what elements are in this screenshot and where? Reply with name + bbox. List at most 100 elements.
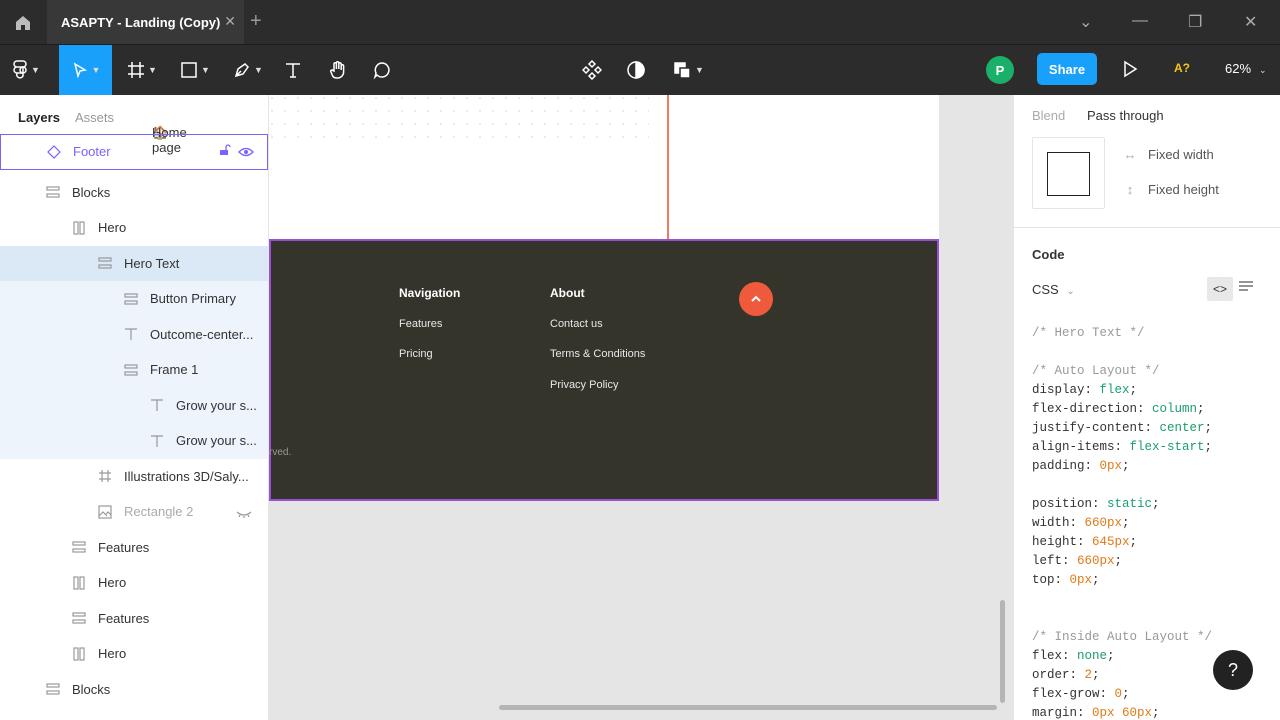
layer-row[interactable]: Outcome-center...	[0, 316, 268, 352]
layer-row[interactable]: Button Primary	[0, 281, 268, 317]
lock-icon[interactable]	[219, 144, 231, 159]
code-line: display: flex;	[1032, 381, 1212, 400]
zoom-value: 62%	[1225, 61, 1252, 76]
accessibility-button[interactable]: A?	[1174, 61, 1190, 75]
code-language-select[interactable]: CSS ⌄	[1032, 282, 1075, 297]
footer-link-features[interactable]: Features	[399, 318, 442, 330]
horizontal-resize-icon: ↔	[1123, 147, 1137, 162]
fixed-height-option[interactable]: ↕ Fixed height	[1122, 182, 1219, 197]
footer-frame[interactable]: Navigation Features Pricing About Contac…	[269, 239, 939, 501]
vertical-scrollbar[interactable]	[1000, 600, 1005, 703]
new-tab-icon[interactable]: +	[250, 10, 262, 33]
home-icon[interactable]	[12, 12, 34, 34]
frame-tool[interactable]: ▼	[122, 45, 162, 95]
layers-panel: Layers Assets 🏠 Home page ⌄ Footer Blocks…	[0, 95, 269, 720]
minimize-icon[interactable]: —	[1132, 12, 1148, 30]
layer-row[interactable]: Hero Text	[0, 245, 268, 281]
avatar[interactable]: P	[986, 56, 1014, 84]
hero-frame[interactable]	[269, 95, 939, 239]
footer-link-pricing[interactable]: Pricing	[399, 348, 433, 360]
layer-row[interactable]: Illustrations 3D/Saly...	[0, 459, 268, 495]
layer-row[interactable]: Features	[0, 601, 268, 637]
code-line: left: 660px;	[1032, 552, 1212, 571]
maximize-icon[interactable]: ❐	[1188, 12, 1202, 32]
footer-link-contact[interactable]: Contact us	[550, 318, 603, 330]
list-view-icon[interactable]	[1239, 280, 1253, 292]
layer-row[interactable]: Hero	[0, 210, 268, 246]
chevron-down-icon: ▼	[148, 65, 157, 75]
layer-label: Features	[98, 539, 150, 555]
code-token: /* Auto Layout */	[1032, 364, 1160, 378]
vertical-resize-icon: ↕	[1126, 182, 1134, 197]
selection-guide-line	[667, 95, 669, 239]
hand-tool[interactable]	[323, 45, 353, 95]
eye-icon[interactable]	[238, 145, 254, 160]
code-line: padding: 0px;	[1032, 457, 1212, 476]
code-token: ;	[1122, 687, 1130, 701]
code-token: ;	[1152, 706, 1160, 720]
tab-layers[interactable]: Layers	[18, 110, 60, 125]
footer-link-privacy[interactable]: Privacy Policy	[550, 379, 618, 391]
chevron-down-icon: ▼	[31, 65, 40, 75]
code-token: flex	[1099, 383, 1130, 397]
pen-tool[interactable]: ▼	[228, 45, 268, 95]
layer-row[interactable]: Grow your s...	[0, 387, 268, 423]
zoom-control[interactable]: 62% ⌄	[1225, 61, 1267, 76]
code-line: top: 0px;	[1032, 571, 1212, 590]
comment-tool[interactable]	[367, 45, 397, 95]
layer-label: Grow your s...	[176, 433, 257, 449]
layer-row[interactable]: Hero	[0, 565, 268, 601]
share-button[interactable]: Share	[1037, 53, 1097, 85]
layer-row[interactable]: Grow your s...	[0, 423, 268, 459]
columns-icon	[72, 576, 86, 590]
layer-row[interactable]: Frame 1	[0, 352, 268, 388]
hidden-eye-icon[interactable]	[236, 506, 252, 521]
blend-select[interactable]: Pass through	[1087, 108, 1164, 123]
layer-row[interactable]: Footer	[0, 134, 268, 170]
window-close-icon[interactable]: ✕	[1244, 12, 1257, 32]
hand-icon	[330, 61, 345, 79]
fixed-width-option[interactable]: ↔ Fixed width	[1122, 147, 1214, 162]
stack-icon	[46, 682, 60, 696]
main-menu-button[interactable]: ▼	[6, 45, 46, 95]
code-token: ;	[1197, 402, 1205, 416]
code-line: /* Hero Text */	[1032, 324, 1212, 343]
layer-row[interactable]: Rectangle 2	[0, 494, 268, 530]
code-view-icon[interactable]: <>	[1207, 277, 1233, 301]
code-token: ;	[1114, 554, 1123, 568]
mask-button[interactable]	[622, 45, 650, 95]
boolean-button[interactable]: ▼	[668, 45, 708, 95]
layer-label: Grow your s...	[176, 397, 257, 413]
code-token: ;	[1092, 668, 1100, 682]
layer-row[interactable]: Blocks	[0, 175, 268, 211]
stack-icon	[46, 185, 60, 199]
shape-tool[interactable]: ▼	[175, 45, 215, 95]
columns-icon	[72, 221, 86, 235]
code-line: /* Auto Layout */	[1032, 362, 1212, 381]
file-tab-title: ASAPTY - Landing (Copy)	[61, 14, 221, 30]
play-icon[interactable]	[1122, 59, 1138, 79]
close-tab-icon[interactable]: ✕	[224, 13, 236, 30]
tab-assets[interactable]: Assets	[75, 110, 114, 125]
layer-row[interactable]: Features	[0, 530, 268, 566]
footer-link-terms[interactable]: Terms & Conditions	[550, 348, 645, 360]
horizontal-scrollbar[interactable]	[499, 705, 997, 710]
code-token: height:	[1032, 535, 1093, 549]
text-tool[interactable]	[279, 45, 307, 95]
components-button[interactable]	[578, 45, 606, 95]
layer-row[interactable]: Blocks	[0, 672, 268, 708]
scroll-to-top-button[interactable]	[739, 282, 773, 316]
code-token: flex-start	[1129, 440, 1205, 454]
file-tab[interactable]: ASAPTY - Landing (Copy) ✕	[47, 0, 244, 44]
canvas[interactable]: Navigation Features Pricing About Contac…	[269, 95, 1013, 720]
chevron-down-icon[interactable]: ⌄	[1079, 12, 1092, 32]
footer-nav-heading: Navigation	[399, 286, 461, 300]
layer-row[interactable]: Hero	[0, 636, 268, 672]
help-button[interactable]: ?	[1213, 650, 1253, 690]
footer-about-heading: About	[550, 286, 585, 300]
code-token: none	[1077, 649, 1108, 663]
stack-icon	[72, 540, 86, 554]
move-tool[interactable]: ▼	[59, 45, 112, 95]
